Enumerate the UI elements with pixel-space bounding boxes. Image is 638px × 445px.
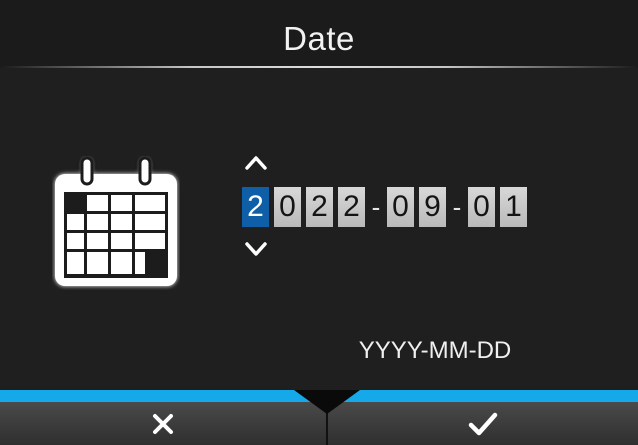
date-value: 2 0 2 2 - 0 9 - 0 1	[242, 186, 532, 228]
confirm-button[interactable]	[328, 402, 638, 445]
close-icon	[153, 413, 173, 434]
year-digit-2[interactable]: 0	[274, 187, 301, 227]
page-title: Date	[283, 20, 355, 57]
date-settings-screen: Date 2 0 2 2 - 0 9 - 0 1 YYYY-MM-DD	[0, 0, 638, 445]
day-digit-2[interactable]: 1	[500, 187, 527, 227]
increment-arrow-icon[interactable]	[244, 153, 268, 171]
date-separator: -	[452, 192, 462, 222]
cancel-button[interactable]	[0, 402, 326, 445]
day-digit-1[interactable]: 0	[468, 187, 495, 227]
main-content: 2 0 2 2 - 0 9 - 0 1 YYYY-MM-DD	[0, 68, 638, 390]
footer-bar	[0, 390, 638, 445]
year-digit-3[interactable]: 2	[306, 187, 333, 227]
date-format-label: YYYY-MM-DD	[358, 337, 512, 364]
year-digit-1[interactable]: 2	[242, 187, 269, 227]
month-digit-2[interactable]: 9	[419, 187, 446, 227]
calendar-icon	[55, 156, 177, 286]
date-separator: -	[371, 192, 381, 222]
year-digit-4[interactable]: 2	[338, 187, 365, 227]
check-icon	[468, 412, 498, 435]
month-digit-1[interactable]: 0	[387, 187, 414, 227]
pointer-notch	[294, 390, 360, 414]
title-bar: Date	[0, 0, 638, 68]
decrement-arrow-icon[interactable]	[244, 240, 268, 258]
